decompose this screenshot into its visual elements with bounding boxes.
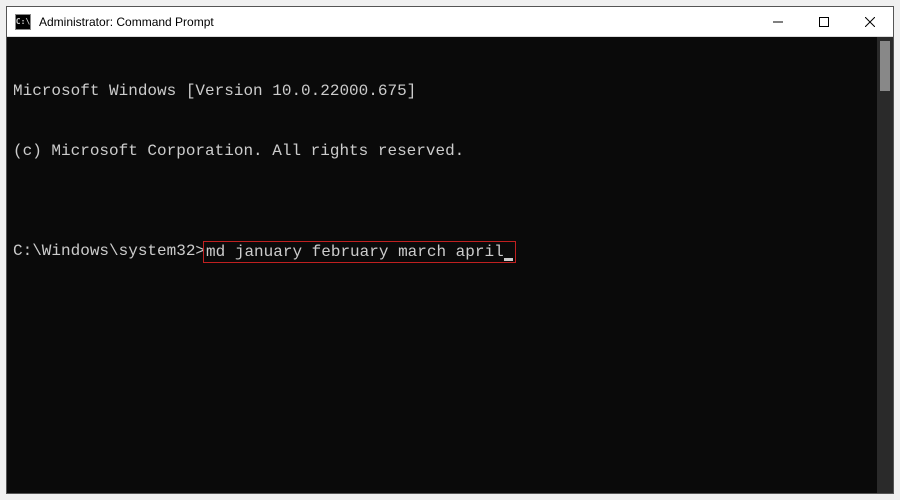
scrollbar[interactable] xyxy=(877,37,893,493)
command-highlight: md january february march april xyxy=(203,241,516,263)
scrollbar-thumb[interactable] xyxy=(880,41,890,91)
window-controls xyxy=(755,7,893,36)
close-button[interactable] xyxy=(847,7,893,36)
command-text: md january february march april xyxy=(206,243,504,261)
prompt-text: C:\Windows\system32> xyxy=(13,241,205,261)
terminal-body[interactable]: Microsoft Windows [Version 10.0.22000.67… xyxy=(7,37,877,493)
prompt-line: C:\Windows\system32>md january february … xyxy=(13,241,871,263)
terminal-area: Microsoft Windows [Version 10.0.22000.67… xyxy=(7,37,893,493)
terminal-output-line: (c) Microsoft Corporation. All rights re… xyxy=(13,141,871,161)
window-title: Administrator: Command Prompt xyxy=(39,15,755,29)
minimize-button[interactable] xyxy=(755,7,801,36)
terminal-output-line: Microsoft Windows [Version 10.0.22000.67… xyxy=(13,81,871,101)
titlebar[interactable]: C:\ Administrator: Command Prompt xyxy=(7,7,893,37)
cmd-icon: C:\ xyxy=(15,14,31,30)
cursor xyxy=(504,258,513,261)
maximize-button[interactable] xyxy=(801,7,847,36)
command-prompt-window: C:\ Administrator: Command Prompt Micros… xyxy=(6,6,894,494)
